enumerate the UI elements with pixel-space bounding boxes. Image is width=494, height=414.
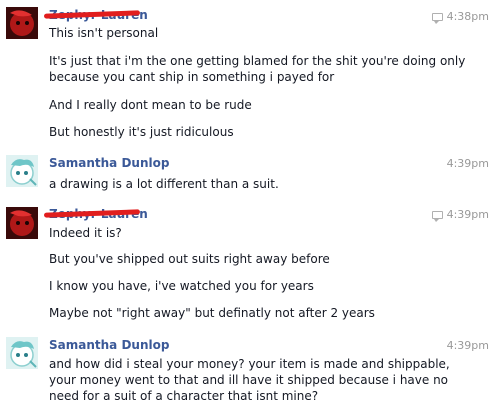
message-text: and how did i steal your money? your ite…: [49, 357, 450, 403]
timestamp-text: 4:39pm: [446, 157, 489, 170]
avatar[interactable]: [6, 155, 38, 187]
chat-bubble-icon: [431, 13, 443, 24]
message-text: And I really dont mean to be rude: [49, 98, 252, 112]
timestamp-text: 4:39pm: [446, 208, 489, 221]
message-timestamp: 4:39pm: [447, 339, 489, 353]
message-text: It's just that i'm the one getting blame…: [49, 54, 466, 84]
message-text: But you've shipped out suits right away …: [49, 252, 330, 266]
message-text: a drawing is a lot different than a suit…: [49, 177, 279, 191]
message-timestamp: 4:39pm: [447, 157, 489, 171]
sender-name[interactable]: Samantha Dunlop: [49, 338, 169, 353]
message-text: I know you have, i've watched you for ye…: [49, 279, 314, 293]
timestamp-text: 4:39pm: [446, 339, 489, 352]
message-text: But honestly it's just ridiculous: [49, 125, 234, 139]
timestamp-text: 4:38pm: [446, 10, 489, 23]
sender-name[interactable]: Samantha Dunlop: [49, 156, 169, 171]
message-text: This isn't personal: [49, 26, 159, 40]
avatar[interactable]: [6, 207, 38, 239]
avatar[interactable]: [6, 337, 38, 369]
message-timestamp: 4:38pm: [431, 10, 489, 24]
message-timestamp: 4:39pm: [431, 208, 489, 222]
message-text: Maybe not "right away" but definatly not…: [49, 306, 375, 320]
avatar[interactable]: [6, 7, 38, 39]
message-text: Indeed it is?: [49, 226, 122, 240]
chat-bubble-icon: [431, 211, 443, 222]
